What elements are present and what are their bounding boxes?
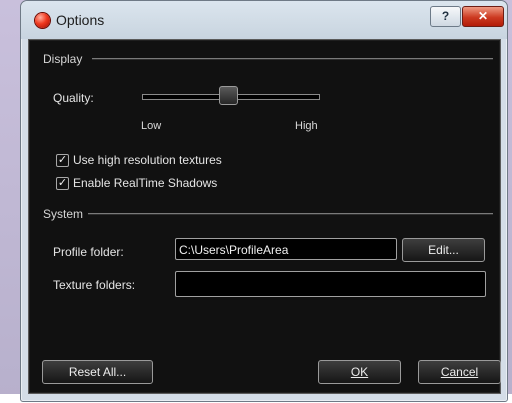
window-title: Options [56, 12, 105, 28]
profile-folder-label: Profile folder: [53, 245, 124, 259]
quality-low-label: Low [141, 120, 162, 132]
red-ball-icon [35, 13, 50, 28]
realtime-shadows-checkbox[interactable]: ✓ [56, 177, 69, 190]
checkmark-icon: ✓ [57, 177, 68, 189]
quality-slider-thumb[interactable] [219, 86, 238, 105]
profile-folder-input[interactable]: C:\Users\ProfileArea [175, 238, 397, 260]
title-bar[interactable]: Options ? ✕ [21, 1, 507, 39]
hires-textures-label[interactable]: Use high resolution textures [73, 153, 222, 167]
texture-folders-label: Texture folders: [53, 278, 136, 292]
texture-folders-input[interactable] [175, 271, 486, 297]
ok-button[interactable]: OK [318, 360, 401, 384]
help-button[interactable]: ? [430, 6, 461, 27]
realtime-shadows-label[interactable]: Enable RealTime Shadows [73, 176, 217, 190]
ok-button-label: OK [350, 365, 369, 379]
cancel-button-label: Cancel [440, 365, 479, 379]
display-divider [92, 58, 493, 60]
close-button[interactable]: ✕ [462, 6, 504, 27]
display-section-title: Display [43, 52, 83, 66]
hires-textures-checkbox[interactable]: ✓ [56, 154, 69, 167]
options-dialog: Options ? ✕ Display Quality: Low High ✓ … [20, 0, 508, 402]
dialog-client-area: Display Quality: Low High ✓ Use high res… [28, 39, 501, 394]
quality-label: Quality: [53, 91, 94, 105]
cancel-button[interactable]: Cancel [418, 360, 501, 384]
edit-button[interactable]: Edit... [402, 238, 485, 262]
checkmark-icon: ✓ [57, 154, 68, 166]
quality-high-label: High [295, 120, 318, 132]
system-section-title: System [43, 207, 84, 221]
reset-all-button[interactable]: Reset All... [42, 360, 153, 384]
system-divider [88, 213, 493, 215]
